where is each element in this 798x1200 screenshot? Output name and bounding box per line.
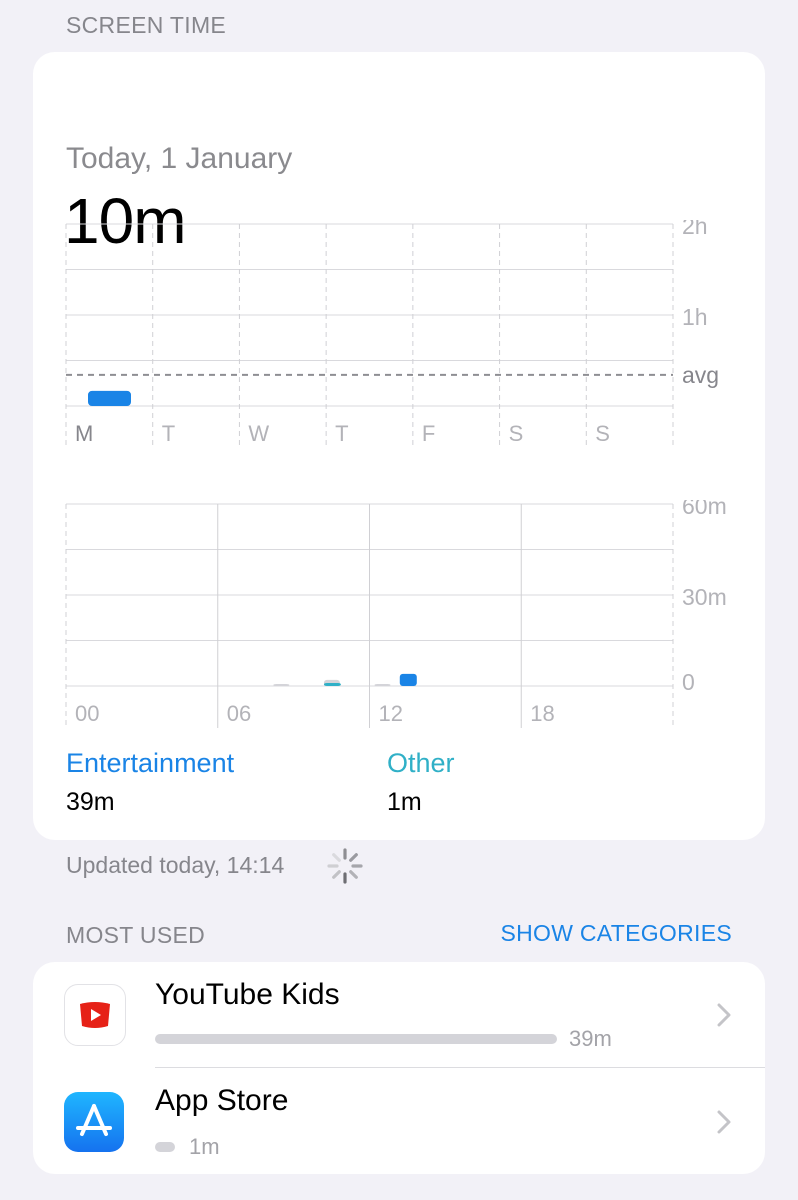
screen-time-card[interactable]: Today, 1 January 10m 2h 1h avg M T W T F S S 60m 3… xyxy=(33,52,765,840)
day-label: S xyxy=(595,421,610,446)
usage-duration: 39m xyxy=(569,1026,612,1051)
hour-bar-uncategorized xyxy=(374,684,391,686)
app-name: YouTube Kids xyxy=(155,978,340,1011)
app-row-app-store[interactable]: App Store 1m xyxy=(33,1068,765,1174)
most-used-card: YouTube Kids 39m App Store 1m xyxy=(33,962,765,1174)
screen-time-header: SCREEN TIME xyxy=(66,12,227,38)
day-label: M xyxy=(75,421,93,446)
legend-entertainment-label: Entertainment xyxy=(66,748,235,778)
hour-bar-other xyxy=(323,682,341,686)
day-bar xyxy=(88,390,131,406)
hour-bar-entertainment xyxy=(399,673,417,686)
loading-spinner-icon xyxy=(327,848,363,884)
app-store-icon xyxy=(64,1092,124,1152)
y-tick-label: 0 xyxy=(682,669,695,695)
y-tick-label: 1h xyxy=(682,304,708,330)
date-label: Today, 1 January xyxy=(66,142,293,175)
chevron-right-icon xyxy=(717,1110,731,1134)
hour-bar-uncategorized xyxy=(273,684,290,686)
y-tick-label: 2h xyxy=(682,220,708,239)
hour-label: 18 xyxy=(530,701,554,726)
day-label: S xyxy=(509,421,524,446)
day-label: T xyxy=(162,421,175,446)
day-label: F xyxy=(422,421,435,446)
updated-text: Updated today, 14:14 xyxy=(66,852,285,878)
usage-bar xyxy=(155,1034,557,1044)
hour-label: 12 xyxy=(379,701,403,726)
legend-other-label: Other xyxy=(387,748,455,778)
y-tick-label: 60m xyxy=(682,500,727,519)
weekly-chart: 2h 1h avg M T W T F S S xyxy=(65,220,719,448)
app-name: App Store xyxy=(155,1084,289,1117)
chevron-right-icon xyxy=(717,1003,731,1027)
hourly-chart: 60m30m000 06 12 18 xyxy=(65,500,727,728)
y-tick-label: 30m xyxy=(682,584,727,610)
usage-duration: 1m xyxy=(189,1134,220,1159)
day-label: T xyxy=(335,421,348,446)
show-categories-button[interactable]: SHOW CATEGORIES xyxy=(500,920,732,947)
app-row-youtube-kids[interactable]: YouTube Kids 39m xyxy=(33,962,765,1068)
usage-bar xyxy=(155,1142,175,1152)
hour-label: 00 xyxy=(75,701,99,726)
most-used-header: MOST USED xyxy=(66,922,206,948)
average-label: avg xyxy=(682,362,719,388)
legend-entertainment-value: 39m xyxy=(66,788,115,816)
youtube-kids-icon xyxy=(64,984,126,1046)
hour-label: 06 xyxy=(227,701,251,726)
day-label: W xyxy=(248,421,269,446)
legend-other-value: 1m xyxy=(387,788,422,816)
